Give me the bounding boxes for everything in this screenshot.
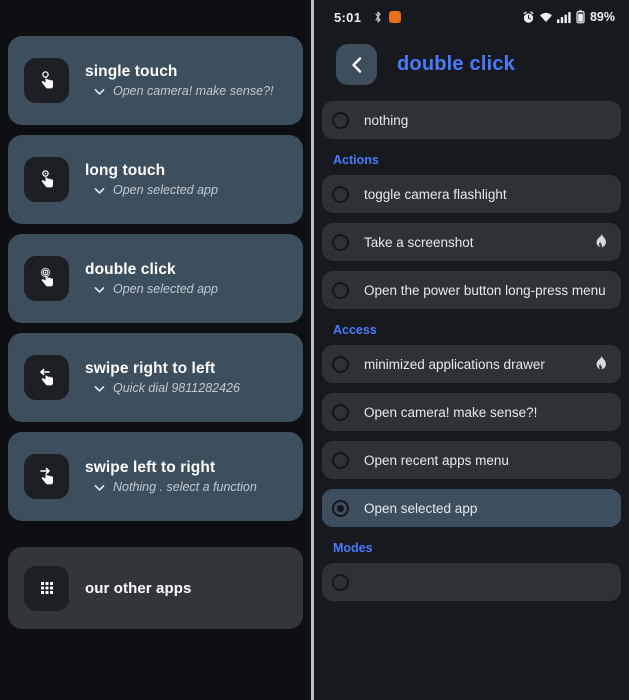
gesture-card-swipe-right-to-left[interactable]: swipe right to left Quick dial 981128242… xyxy=(8,333,303,422)
chevron-down-icon xyxy=(94,485,105,491)
option-label: Open recent apps menu xyxy=(364,452,509,468)
apps-grid-icon xyxy=(24,565,69,611)
battery-icon xyxy=(576,10,585,24)
gesture-list-panel: single touch Open camera! make sense?! l… xyxy=(0,0,311,700)
status-bar-time: 5:01 xyxy=(334,9,362,25)
gesture-action-label: Open camera! make sense?! xyxy=(113,84,274,98)
alarm-icon xyxy=(523,10,534,23)
option-row-open-camera[interactable]: Open camera! make sense?! xyxy=(322,393,621,431)
gesture-card-long-touch[interactable]: long touch Open selected app xyxy=(8,135,303,224)
gesture-action-row[interactable]: Open selected app xyxy=(93,183,218,198)
chevron-left-icon xyxy=(351,56,361,73)
page-title: double click xyxy=(397,53,515,75)
back-button[interactable] xyxy=(336,44,377,85)
gesture-action-label: Nothing . select a function xyxy=(113,480,257,494)
option-label: Open the power button long-press menu xyxy=(364,282,606,298)
section-label-access: Access xyxy=(333,323,377,337)
chevron-down-icon xyxy=(94,287,105,293)
flame-icon xyxy=(596,233,606,248)
chevron-down-icon xyxy=(94,386,105,392)
single-touch-icon xyxy=(24,58,69,103)
radio-button[interactable] xyxy=(332,451,349,469)
chevron-down-icon xyxy=(94,89,105,95)
chevron-down-icon xyxy=(94,188,105,194)
wifi-icon xyxy=(540,12,552,22)
status-bar: 5:01 89% xyxy=(314,0,629,34)
option-label: Open camera! make sense?! xyxy=(364,404,538,420)
option-row-power-button-menu[interactable]: Open the power button long-press menu xyxy=(322,271,621,309)
gesture-title: swipe left to right xyxy=(85,459,216,476)
gesture-action-row[interactable]: Open selected app xyxy=(93,282,218,297)
gesture-title: swipe right to left xyxy=(85,360,216,377)
double-click-icon xyxy=(24,256,69,301)
flame-icon xyxy=(596,355,606,370)
gesture-action-row[interactable]: Open camera! make sense?! xyxy=(93,84,274,99)
option-row-nothing[interactable]: nothing xyxy=(322,101,621,139)
gesture-card-text: swipe left to right Nothing . select a f… xyxy=(85,458,257,495)
bluetooth-icon xyxy=(375,11,381,23)
gesture-card-text: long touch Open selected app xyxy=(85,161,218,198)
battery-percent-label: 89% xyxy=(589,10,615,24)
option-row-toggle-camera-flashlight[interactable]: toggle camera flashlight xyxy=(322,175,621,213)
app-screen: single touch Open camera! make sense?! l… xyxy=(0,0,629,700)
radio-button-selected[interactable] xyxy=(332,499,349,517)
option-label: nothing xyxy=(364,112,409,128)
signal-icon xyxy=(556,11,571,23)
gesture-title: single touch xyxy=(85,63,178,80)
action-picker-panel: 5:01 89% double click nothing Actions to… xyxy=(314,0,629,700)
option-row-open-selected-app[interactable]: Open selected app xyxy=(322,489,621,527)
gesture-card-text: double click Open selected app xyxy=(85,260,218,297)
gesture-title: long touch xyxy=(85,162,166,179)
gesture-action-row[interactable]: Quick dial 9811282426 xyxy=(93,381,240,396)
gesture-action-label: Quick dial 9811282426 xyxy=(113,381,240,395)
section-label-actions: Actions xyxy=(333,153,379,167)
option-row-open-recent-apps-menu[interactable]: Open recent apps menu xyxy=(322,441,621,479)
option-row-take-a-screenshot[interactable]: Take a screenshot xyxy=(322,223,621,261)
page-header: double click xyxy=(314,34,629,99)
status-bar-left-icons xyxy=(373,10,402,24)
action-option-list: nothing Actions toggle camera flashlight… xyxy=(314,101,629,601)
option-row-minimized-applications-drawer[interactable]: minimized applications drawer xyxy=(322,345,621,383)
radio-button[interactable] xyxy=(332,281,349,299)
swipe-left-icon xyxy=(24,355,69,400)
radio-button[interactable] xyxy=(332,355,349,373)
gesture-card-single-touch[interactable]: single touch Open camera! make sense?! xyxy=(8,36,303,125)
gesture-card-text: single touch Open camera! make sense?! xyxy=(85,62,274,99)
gesture-action-label: Open selected app xyxy=(113,183,218,197)
our-other-apps-text: our other apps xyxy=(85,579,191,598)
our-other-apps-label: our other apps xyxy=(85,579,192,597)
long-touch-icon xyxy=(24,157,69,202)
our-other-apps-button[interactable]: our other apps xyxy=(8,547,303,629)
option-label: minimized applications drawer xyxy=(364,356,545,372)
radio-button[interactable] xyxy=(332,111,349,129)
option-label: Open selected app xyxy=(364,500,478,516)
radio-button[interactable] xyxy=(332,233,349,251)
radio-button[interactable] xyxy=(332,573,349,591)
orange-app-icon xyxy=(389,11,402,23)
option-row-modes-partial[interactable] xyxy=(322,563,621,601)
option-label: toggle camera flashlight xyxy=(364,186,507,202)
radio-button[interactable] xyxy=(332,403,349,421)
gesture-title: double click xyxy=(85,261,176,278)
radio-button[interactable] xyxy=(332,185,349,203)
gesture-card-text: swipe right to left Quick dial 981128242… xyxy=(85,359,240,396)
gesture-action-row[interactable]: Nothing . select a function xyxy=(93,480,257,495)
swipe-right-icon xyxy=(24,454,69,499)
section-label-modes: Modes xyxy=(333,541,373,555)
status-bar-right-icons: 89% xyxy=(522,10,615,24)
gesture-card-swipe-left-to-right[interactable]: swipe left to right Nothing . select a f… xyxy=(8,432,303,521)
gesture-card-double-click[interactable]: double click Open selected app xyxy=(8,234,303,323)
option-label: Take a screenshot xyxy=(364,234,474,250)
gesture-action-label: Open selected app xyxy=(113,282,218,296)
